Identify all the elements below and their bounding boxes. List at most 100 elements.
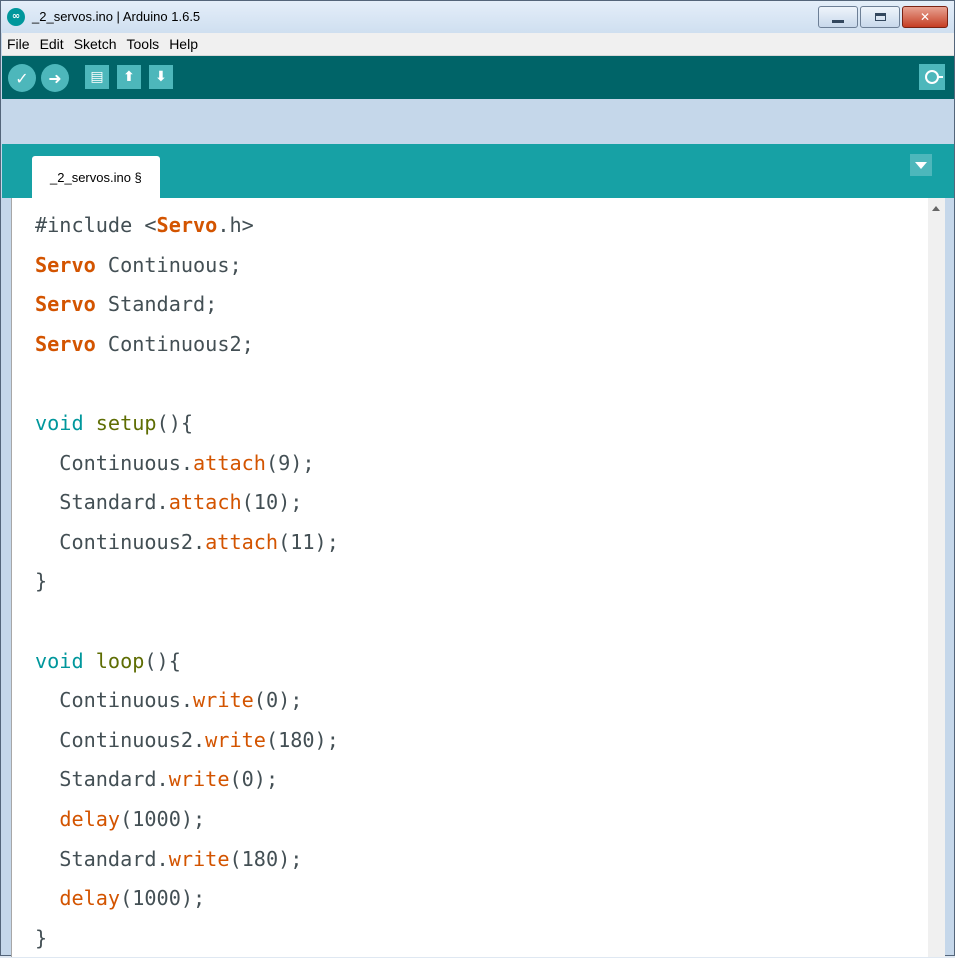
code-line[interactable]: ​ [35, 602, 339, 642]
code-token: (180); [229, 846, 303, 871]
code-token: Standard. [35, 767, 169, 792]
code-token: setup [95, 410, 157, 435]
serial-monitor-icon [925, 70, 943, 84]
arduino-ide-window: ∞ _2_servos.ino | Arduino 1.6.5 ✕ File E… [0, 0, 955, 957]
code-text[interactable]: #include <Servo.h> Servo Continuous; Servo… [35, 206, 339, 958]
code-token: Standard. [35, 846, 169, 871]
scroll-up-icon[interactable] [932, 206, 940, 211]
code-token: Continuous2. [35, 727, 206, 752]
code-token: void [35, 410, 84, 435]
menu-bar: File Edit Sketch Tools Help [2, 33, 954, 56]
code-line[interactable]: Servo Continuous; [35, 246, 339, 286]
code-editor[interactable]: #include <Servo.h> Servo Continuous; Servo… [11, 198, 945, 957]
code-token: Standard. [35, 490, 169, 515]
code-token: write [205, 727, 266, 752]
code-line[interactable]: delay(1000); [35, 800, 339, 840]
code-line[interactable]: Standard.write(180); [35, 840, 339, 880]
code-line[interactable]: Continuous2.attach(11); [35, 523, 339, 563]
code-token: loop [95, 648, 145, 673]
code-line[interactable]: } [35, 919, 339, 958]
code-token: attach [205, 529, 279, 554]
menu-tools[interactable]: Tools [121, 36, 164, 52]
code-token: void [35, 648, 84, 673]
verify-button[interactable]: ✓ [8, 64, 36, 92]
code-token: Continuous. [35, 688, 194, 713]
new-button[interactable]: ▤ [85, 65, 109, 89]
code-line[interactable]: Continuous.write(0); [35, 681, 339, 721]
save-icon: ⬇ [155, 69, 167, 85]
code-line[interactable]: void setup(){ [35, 404, 339, 444]
upload-icon: ➜ [48, 68, 62, 88]
code-token: Continuous2; [95, 331, 254, 356]
menu-file[interactable]: File [2, 36, 34, 52]
tab-menu-button[interactable] [910, 154, 932, 176]
code-line[interactable]: Standard.attach(10); [35, 483, 339, 523]
verify-icon: ✓ [15, 68, 29, 88]
open-button[interactable]: ⬆ [117, 65, 141, 89]
close-button[interactable]: ✕ [902, 6, 948, 28]
code-token: Continuous; [95, 252, 242, 277]
arduino-logo-icon: ∞ [7, 8, 25, 26]
minimize-button[interactable] [818, 6, 858, 28]
code-token: delay [59, 886, 121, 911]
code-token: (10); [241, 490, 303, 515]
code-line[interactable]: Servo Continuous2; [35, 325, 339, 365]
code-line[interactable]: Standard.write(0); [35, 760, 339, 800]
toolbar: ✓ ➜ ▤ ⬆ ⬇ [2, 56, 954, 99]
close-icon: ✕ [919, 10, 931, 24]
code-token: (){ [156, 410, 194, 435]
code-line[interactable]: delay(1000); [35, 879, 339, 919]
code-token: Servo [35, 252, 96, 277]
code-token: Continuous2. [35, 529, 206, 554]
code-line[interactable]: Continuous.attach(9); [35, 444, 339, 484]
window-title: _2_servos.ino | Arduino 1.6.5 [32, 9, 201, 24]
code-line[interactable]: Servo Standard; [35, 285, 339, 325]
code-token: Continuous. [35, 450, 194, 475]
code-token: } [35, 925, 48, 950]
code-token: (1000); [120, 886, 206, 911]
code-line[interactable]: Continuous2.write(180); [35, 721, 339, 761]
maximize-icon [874, 13, 886, 21]
code-line[interactable]: } [35, 562, 339, 602]
code-token: (180); [265, 727, 339, 752]
code-token: delay [59, 806, 121, 831]
code-token: (0); [229, 767, 279, 792]
title-bar: ∞ _2_servos.ino | Arduino 1.6.5 ✕ [1, 1, 954, 33]
save-button[interactable]: ⬇ [149, 65, 173, 89]
minimize-icon [832, 19, 844, 23]
code-token: write [168, 767, 230, 792]
code-token: Servo [35, 331, 96, 356]
code-token: attach [193, 450, 266, 475]
chevron-down-icon [915, 161, 927, 169]
code-token: (){ [144, 648, 181, 673]
window-controls: ✕ [818, 6, 948, 28]
code-token: } [35, 569, 48, 594]
open-icon: ⬆ [123, 69, 135, 85]
code-token: attach [168, 490, 242, 515]
code-token: (1000); [120, 806, 206, 831]
menu-edit[interactable]: Edit [34, 36, 68, 52]
code-token: Servo [35, 292, 96, 317]
menu-help[interactable]: Help [163, 36, 202, 52]
maximize-button[interactable] [860, 6, 900, 28]
code-token: .h> [217, 213, 254, 237]
upload-button[interactable]: ➜ [41, 64, 69, 92]
code-token: write [193, 688, 254, 713]
serial-monitor-button[interactable] [919, 64, 945, 90]
code-token: (0); [253, 688, 303, 713]
vertical-scrollbar[interactable] [928, 198, 945, 957]
menu-sketch[interactable]: Sketch [68, 36, 121, 52]
code-token: (11); [278, 529, 339, 554]
code-token: #include < [35, 213, 157, 237]
code-line[interactable]: ​ [35, 364, 339, 404]
code-line[interactable]: #include <Servo.h> [35, 206, 339, 246]
code-token: write [168, 846, 230, 871]
tab-strip: _2_servos.ino § [2, 144, 954, 198]
tab-sketch[interactable]: _2_servos.ino § [32, 156, 160, 198]
code-token: Standard; [95, 292, 218, 317]
code-line[interactable]: void loop(){ [35, 642, 339, 682]
